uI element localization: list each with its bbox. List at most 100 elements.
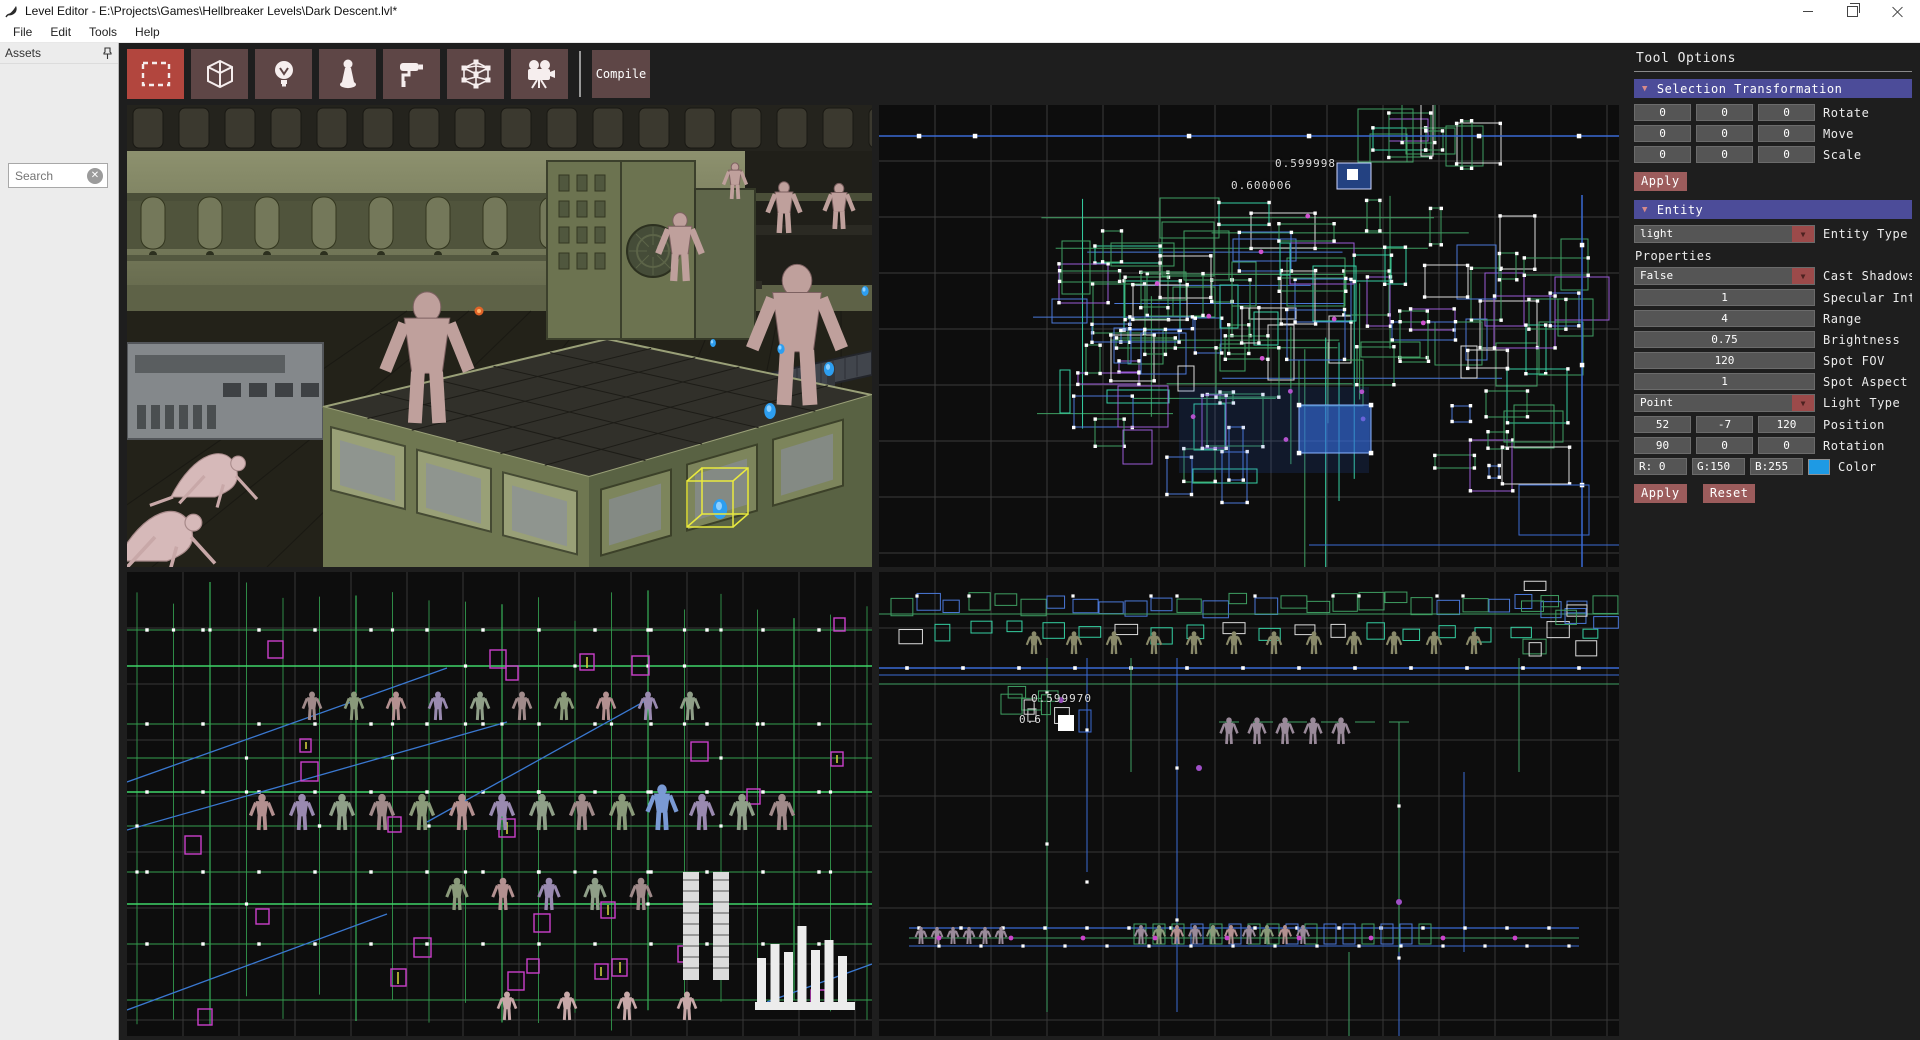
measure-label: 0.599998 — [1275, 157, 1336, 170]
pawn-icon — [337, 59, 359, 89]
select-tool-button[interactable] — [127, 49, 184, 99]
close-button[interactable] — [1875, 0, 1920, 22]
collapse-triangle-icon: ▼ — [1642, 205, 1648, 215]
move-y-field[interactable]: 0 — [1696, 125, 1753, 142]
rotate-row: 0 0 0 Rotate — [1634, 104, 1912, 121]
menu-edit[interactable]: Edit — [41, 23, 80, 41]
properties-label: Properties — [1635, 249, 1912, 263]
brightness-row: 0.75 Brightness — [1634, 331, 1912, 348]
viewport-top[interactable]: 0.599998 0.600006 — [879, 105, 1619, 567]
selection-marquee-icon — [141, 61, 171, 87]
brightness-field[interactable]: 0.75 — [1634, 331, 1815, 348]
viewport-grid: 0.599998 0.600006 — [127, 105, 1626, 1036]
color-row: R: 0 G:150 B:255 Color — [1634, 458, 1912, 475]
brush-tool-button[interactable] — [191, 49, 248, 99]
measure-label: 0.6 — [1019, 713, 1042, 726]
scale-x-field[interactable]: 0 — [1634, 146, 1691, 163]
cube-icon — [205, 59, 235, 89]
menu-tools[interactable]: Tools — [80, 23, 126, 41]
cast-shadows-dropdown[interactable]: False ▼ — [1634, 267, 1815, 285]
light-tool-button[interactable] — [255, 49, 312, 99]
rotation-y-field[interactable]: 0 — [1696, 437, 1753, 454]
level-editor-window: Level Editor - E:\Projects\Games\Hellbre… — [0, 0, 1920, 1040]
light-type-row: Point ▼ Light Type — [1634, 394, 1912, 412]
light-type-dropdown[interactable]: Point ▼ — [1634, 394, 1815, 412]
entity-type-dropdown[interactable]: light ▼ — [1634, 225, 1815, 243]
search-input[interactable] — [9, 168, 87, 184]
color-r-field[interactable]: R: 0 — [1634, 458, 1687, 475]
move-x-field[interactable]: 0 — [1634, 125, 1691, 142]
light-bulb-icon — [272, 59, 296, 89]
entity-type-label: Entity Type — [1823, 227, 1908, 241]
restore-button[interactable] — [1830, 0, 1875, 22]
close-icon — [1892, 6, 1903, 17]
rotate-x-field[interactable]: 0 — [1634, 104, 1691, 121]
entity-type-row: light ▼ Entity Type — [1634, 225, 1912, 243]
move-row: 0 0 0 Move — [1634, 125, 1912, 142]
paint-tool-button[interactable] — [383, 49, 440, 99]
toolbar-separator — [579, 51, 581, 97]
color-g-field[interactable]: G:150 — [1692, 458, 1745, 475]
specular-label: Specular Inten — [1823, 291, 1912, 305]
scale-z-field[interactable]: 0 — [1758, 146, 1815, 163]
spot-fov-row: 120 Spot FOV — [1634, 352, 1912, 369]
scale-row: 0 0 0 Scale — [1634, 146, 1912, 163]
scale-y-field[interactable]: 0 — [1696, 146, 1753, 163]
spot-fov-label: Spot FOV — [1823, 354, 1885, 368]
assets-panel-header: Assets — [0, 43, 118, 64]
position-y-field[interactable]: -7 — [1696, 416, 1753, 433]
chevron-down-icon: ▼ — [1792, 268, 1814, 284]
viewport-front[interactable] — [127, 572, 872, 1036]
selection-transformation-header[interactable]: ▼ Selection Transformation — [1634, 79, 1912, 98]
paint-roller-icon — [398, 60, 426, 88]
menubar: File Edit Tools Help — [0, 22, 1920, 43]
entity-tool-button[interactable] — [319, 49, 376, 99]
search-box: ✕ — [8, 163, 108, 188]
mesh-cube-icon — [460, 58, 492, 90]
move-z-field[interactable]: 0 — [1758, 125, 1815, 142]
pin-icon[interactable] — [102, 47, 113, 60]
viewport-side[interactable]: 0.599970 0.6 — [879, 572, 1619, 1036]
position-z-field[interactable]: 120 — [1758, 416, 1815, 433]
scale-label: Scale — [1823, 148, 1862, 162]
viewport-3d[interactable] — [127, 105, 872, 567]
entity-header[interactable]: ▼ Entity — [1634, 200, 1912, 219]
entity-reset-button[interactable]: Reset — [1703, 484, 1756, 503]
compile-button[interactable]: Compile — [592, 50, 650, 98]
menu-file[interactable]: File — [4, 23, 41, 41]
range-field[interactable]: 4 — [1634, 310, 1815, 327]
toolbar: Compile — [119, 43, 1626, 105]
entity-apply-button[interactable]: Apply — [1634, 484, 1687, 503]
clear-search-icon[interactable]: ✕ — [87, 168, 103, 184]
spot-aspect-field[interactable]: 1 — [1634, 373, 1815, 390]
spot-aspect-row: 1 Spot Aspect Ra — [1634, 373, 1912, 390]
camera-tool-button[interactable] — [511, 49, 568, 99]
transform-apply-button[interactable]: Apply — [1634, 172, 1687, 191]
rotate-z-field[interactable]: 0 — [1758, 104, 1815, 121]
brightness-label: Brightness — [1823, 333, 1900, 347]
specular-row: 1 Specular Inten — [1634, 289, 1912, 306]
camera-icon — [524, 59, 556, 89]
app-icon — [5, 4, 19, 18]
position-x-field[interactable]: 52 — [1634, 416, 1691, 433]
color-b-field[interactable]: B:255 — [1750, 458, 1803, 475]
minimize-icon — [1803, 11, 1813, 12]
range-row: 4 Range — [1634, 310, 1912, 327]
spot-fov-field[interactable]: 120 — [1634, 352, 1815, 369]
chevron-down-icon: ▼ — [1792, 226, 1814, 242]
color-label: Color — [1838, 460, 1877, 474]
color-swatch[interactable] — [1808, 459, 1830, 475]
move-label: Move — [1823, 127, 1854, 141]
minimize-button[interactable] — [1785, 0, 1830, 22]
rotation-z-field[interactable]: 0 — [1758, 437, 1815, 454]
assets-title: Assets — [5, 46, 41, 60]
rotation-x-field[interactable]: 90 — [1634, 437, 1691, 454]
mesh-tool-button[interactable] — [447, 49, 504, 99]
specular-field[interactable]: 1 — [1634, 289, 1815, 306]
collapse-triangle-icon: ▼ — [1642, 84, 1648, 94]
rotate-y-field[interactable]: 0 — [1696, 104, 1753, 121]
rotation-row: 90 0 0 Rotation — [1634, 437, 1912, 454]
chevron-down-icon: ▼ — [1792, 395, 1814, 411]
menu-help[interactable]: Help — [126, 23, 169, 41]
restore-icon — [1847, 6, 1858, 17]
